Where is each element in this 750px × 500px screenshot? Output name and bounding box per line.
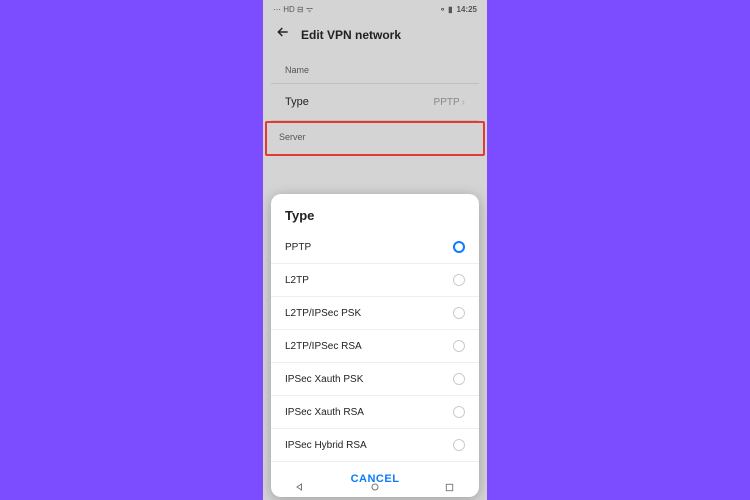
status-bar: ⋯ HD ⊟ ᯤ ⚬ ▮ 14:25	[263, 0, 487, 18]
radio-icon	[453, 373, 465, 385]
nav-recent-icon[interactable]	[443, 480, 457, 494]
phone-screen: ⋯ HD ⊟ ᯤ ⚬ ▮ 14:25 Edit VPN network Name…	[263, 0, 487, 500]
type-option-l2tp-ipsec-rsa[interactable]: L2TP/IPSec RSA	[271, 330, 479, 363]
nav-back-icon[interactable]	[293, 480, 307, 494]
status-left: ⋯ HD ⊟ ᯤ	[273, 4, 313, 15]
page-title: Edit VPN network	[301, 28, 401, 42]
type-picker-modal: Type PPTP L2TP L2TP/IPSec PSK L2TP/IPSec…	[271, 194, 479, 497]
battery-icon: ⚬ ▮	[439, 5, 452, 14]
screen-header: Edit VPN network	[263, 18, 487, 55]
radio-icon	[453, 241, 465, 253]
option-label: L2TP	[285, 275, 309, 286]
status-right: ⚬ ▮ 14:25	[439, 5, 477, 14]
type-option-ipsec-xauth-psk[interactable]: IPSec Xauth PSK	[271, 363, 479, 396]
option-label: IPSec Xauth PSK	[285, 374, 363, 385]
option-label: IPSec Hybrid RSA	[285, 440, 367, 451]
option-label: IPSec Xauth RSA	[285, 407, 364, 418]
radio-icon	[453, 439, 465, 451]
option-label: L2TP/IPSec PSK	[285, 308, 361, 319]
status-time: 14:25	[457, 5, 477, 14]
radio-icon	[453, 406, 465, 418]
type-option-l2tp-ipsec-psk[interactable]: L2TP/IPSec PSK	[271, 297, 479, 330]
type-option-pptp[interactable]: PPTP	[271, 231, 479, 264]
type-value-text: PPTP	[434, 97, 460, 108]
chevron-right-icon: ›	[462, 97, 465, 108]
back-arrow-icon[interactable]	[275, 24, 291, 45]
android-nav-bar	[263, 474, 487, 500]
server-label: Server	[279, 132, 471, 142]
type-option-ipsec-hybrid-rsa[interactable]: IPSec Hybrid RSA	[271, 429, 479, 462]
server-field-highlighted[interactable]: Server	[265, 121, 485, 156]
name-label: Name	[285, 65, 465, 75]
type-label: Type	[285, 96, 309, 108]
status-indicators: ⋯ HD ⊟ ᯤ	[273, 4, 313, 15]
radio-icon	[453, 340, 465, 352]
option-label: PPTP	[285, 242, 311, 253]
radio-icon	[453, 307, 465, 319]
modal-title: Type	[271, 208, 479, 231]
nav-home-icon[interactable]	[368, 480, 382, 494]
type-value: PPTP ›	[434, 97, 465, 108]
type-row[interactable]: Type PPTP ›	[271, 84, 479, 121]
type-option-l2tp[interactable]: L2TP	[271, 264, 479, 297]
type-option-ipsec-xauth-rsa[interactable]: IPSec Xauth RSA	[271, 396, 479, 429]
radio-icon	[453, 274, 465, 286]
name-field[interactable]: Name	[271, 55, 479, 84]
option-label: L2TP/IPSec RSA	[285, 341, 362, 352]
